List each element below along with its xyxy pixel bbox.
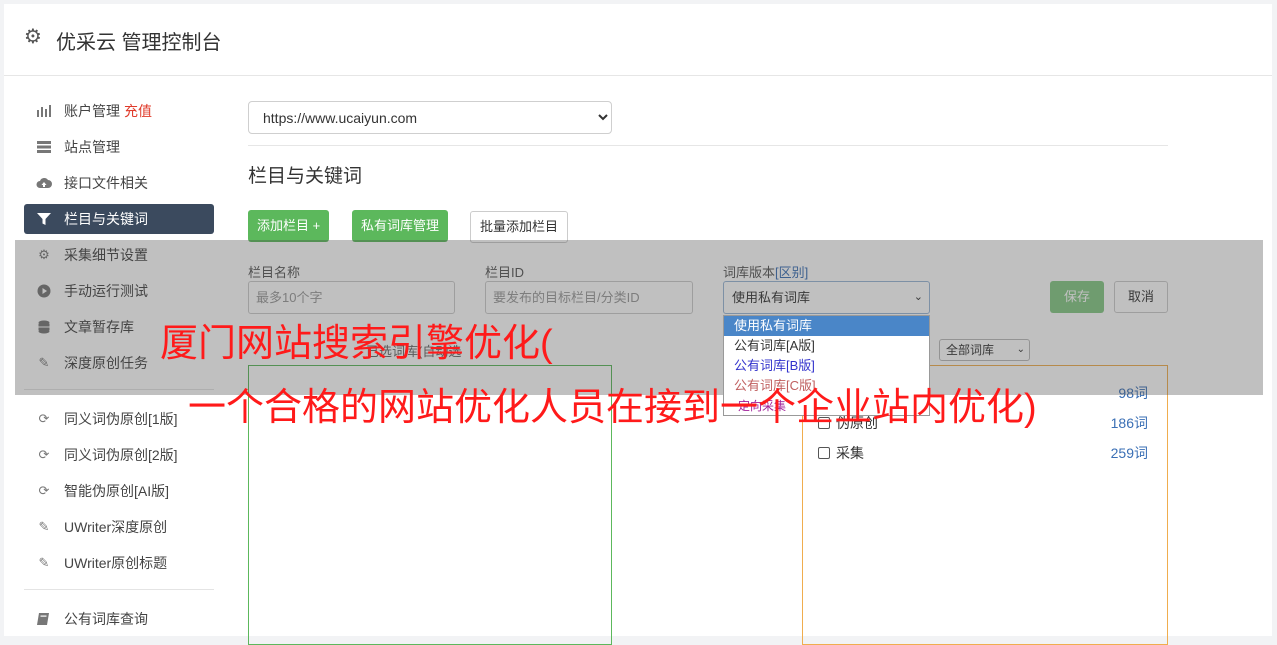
bar-chart-icon [36, 104, 52, 118]
gear-icon: ⚙ [24, 26, 42, 48]
dropdown-option[interactable]: 公有词库[B版] [724, 356, 929, 376]
sidebar-item-sites[interactable]: 站点管理 [24, 132, 214, 162]
lib-name: 采集 [836, 445, 864, 461]
sidebar-item-label: 同义词伪原创[2版] [64, 447, 178, 463]
edit-icon: ✎ [38, 519, 50, 534]
lib-count: 186词 [1110, 415, 1148, 431]
dropdown-option[interactable]: 使用私有词库 [724, 316, 929, 336]
checkbox[interactable] [818, 447, 830, 459]
private-lib-button[interactable]: 私有词库管理 [352, 210, 449, 242]
sidebar-item-uwriter-title[interactable]: ✎ UWriter原创标题 [24, 548, 214, 578]
sidebar-item-label: 栏目与关键词 [64, 211, 148, 227]
sidebar-item-synonym-v2[interactable]: ⟳ 同义词伪原创[2版] [24, 440, 214, 470]
recharge-link[interactable]: 充值 [124, 103, 152, 119]
list-item[interactable]: 采集 259词 [818, 443, 1148, 465]
sidebar-item-label: 同义词伪原创[1版] [64, 411, 178, 427]
site-select[interactable]: https://www.ucaiyun.com [248, 101, 612, 134]
refresh-icon: ⟳ [38, 447, 50, 462]
lib-count: 259词 [1110, 445, 1148, 461]
sidebar-divider [24, 589, 214, 590]
overlay-headline-line2: 一个合格的网站优化人员在接到一个企业站内优化) [188, 387, 1037, 429]
refresh-icon: ⟳ [38, 483, 50, 498]
sidebar-item-label: 接口文件相关 [64, 175, 148, 191]
page-title: 栏目与关键词 [248, 166, 363, 187]
sidebar-item-label: UWriter深度原创 [64, 519, 168, 535]
sidebar-item-uwriter-deep[interactable]: ✎ UWriter深度原创 [24, 512, 214, 542]
book-icon [36, 612, 52, 626]
batch-add-button[interactable]: 批量添加栏目 [470, 211, 569, 243]
app-header: ⚙ 优采云 管理控制台 [4, 4, 1272, 76]
app-title: 优采云 管理控制台 [56, 32, 222, 54]
sidebar-item-label: UWriter原创标题 [64, 555, 168, 571]
refresh-icon: ⟳ [38, 411, 50, 426]
sidebar-item-label: 账户管理 [64, 103, 120, 119]
sidebar-item-account[interactable]: 账户管理 充值 [24, 96, 214, 126]
cloud-upload-icon [36, 176, 52, 190]
sidebar-item-label: 站点管理 [64, 139, 120, 155]
sidebar-item-ai-rewrite[interactable]: ⟳ 智能伪原创[AI版] [24, 476, 214, 506]
sidebar-item-public-lib[interactable]: 公有词库查询 [24, 604, 214, 634]
overlay-headline-line1: 厦门网站搜索引擎优化( [160, 323, 553, 365]
sidebar-item-interface[interactable]: 接口文件相关 [24, 168, 214, 198]
add-column-button[interactable]: 添加栏目 + [248, 210, 330, 242]
edit-icon: ✎ [38, 555, 50, 570]
server-icon [36, 140, 52, 154]
sidebar-item-label: 智能伪原创[AI版] [64, 483, 170, 499]
divider [248, 145, 1168, 146]
sidebar-item-columns[interactable]: 栏目与关键词 [24, 204, 214, 234]
sidebar-item-synonym-v1[interactable]: ⟳ 同义词伪原创[1版] [24, 404, 214, 434]
filter-icon [36, 212, 52, 226]
sidebar-item-label: 公有词库查询 [64, 611, 148, 627]
gray-overlay [15, 240, 1263, 395]
dropdown-option[interactable]: 公有词库[A版] [724, 336, 929, 356]
